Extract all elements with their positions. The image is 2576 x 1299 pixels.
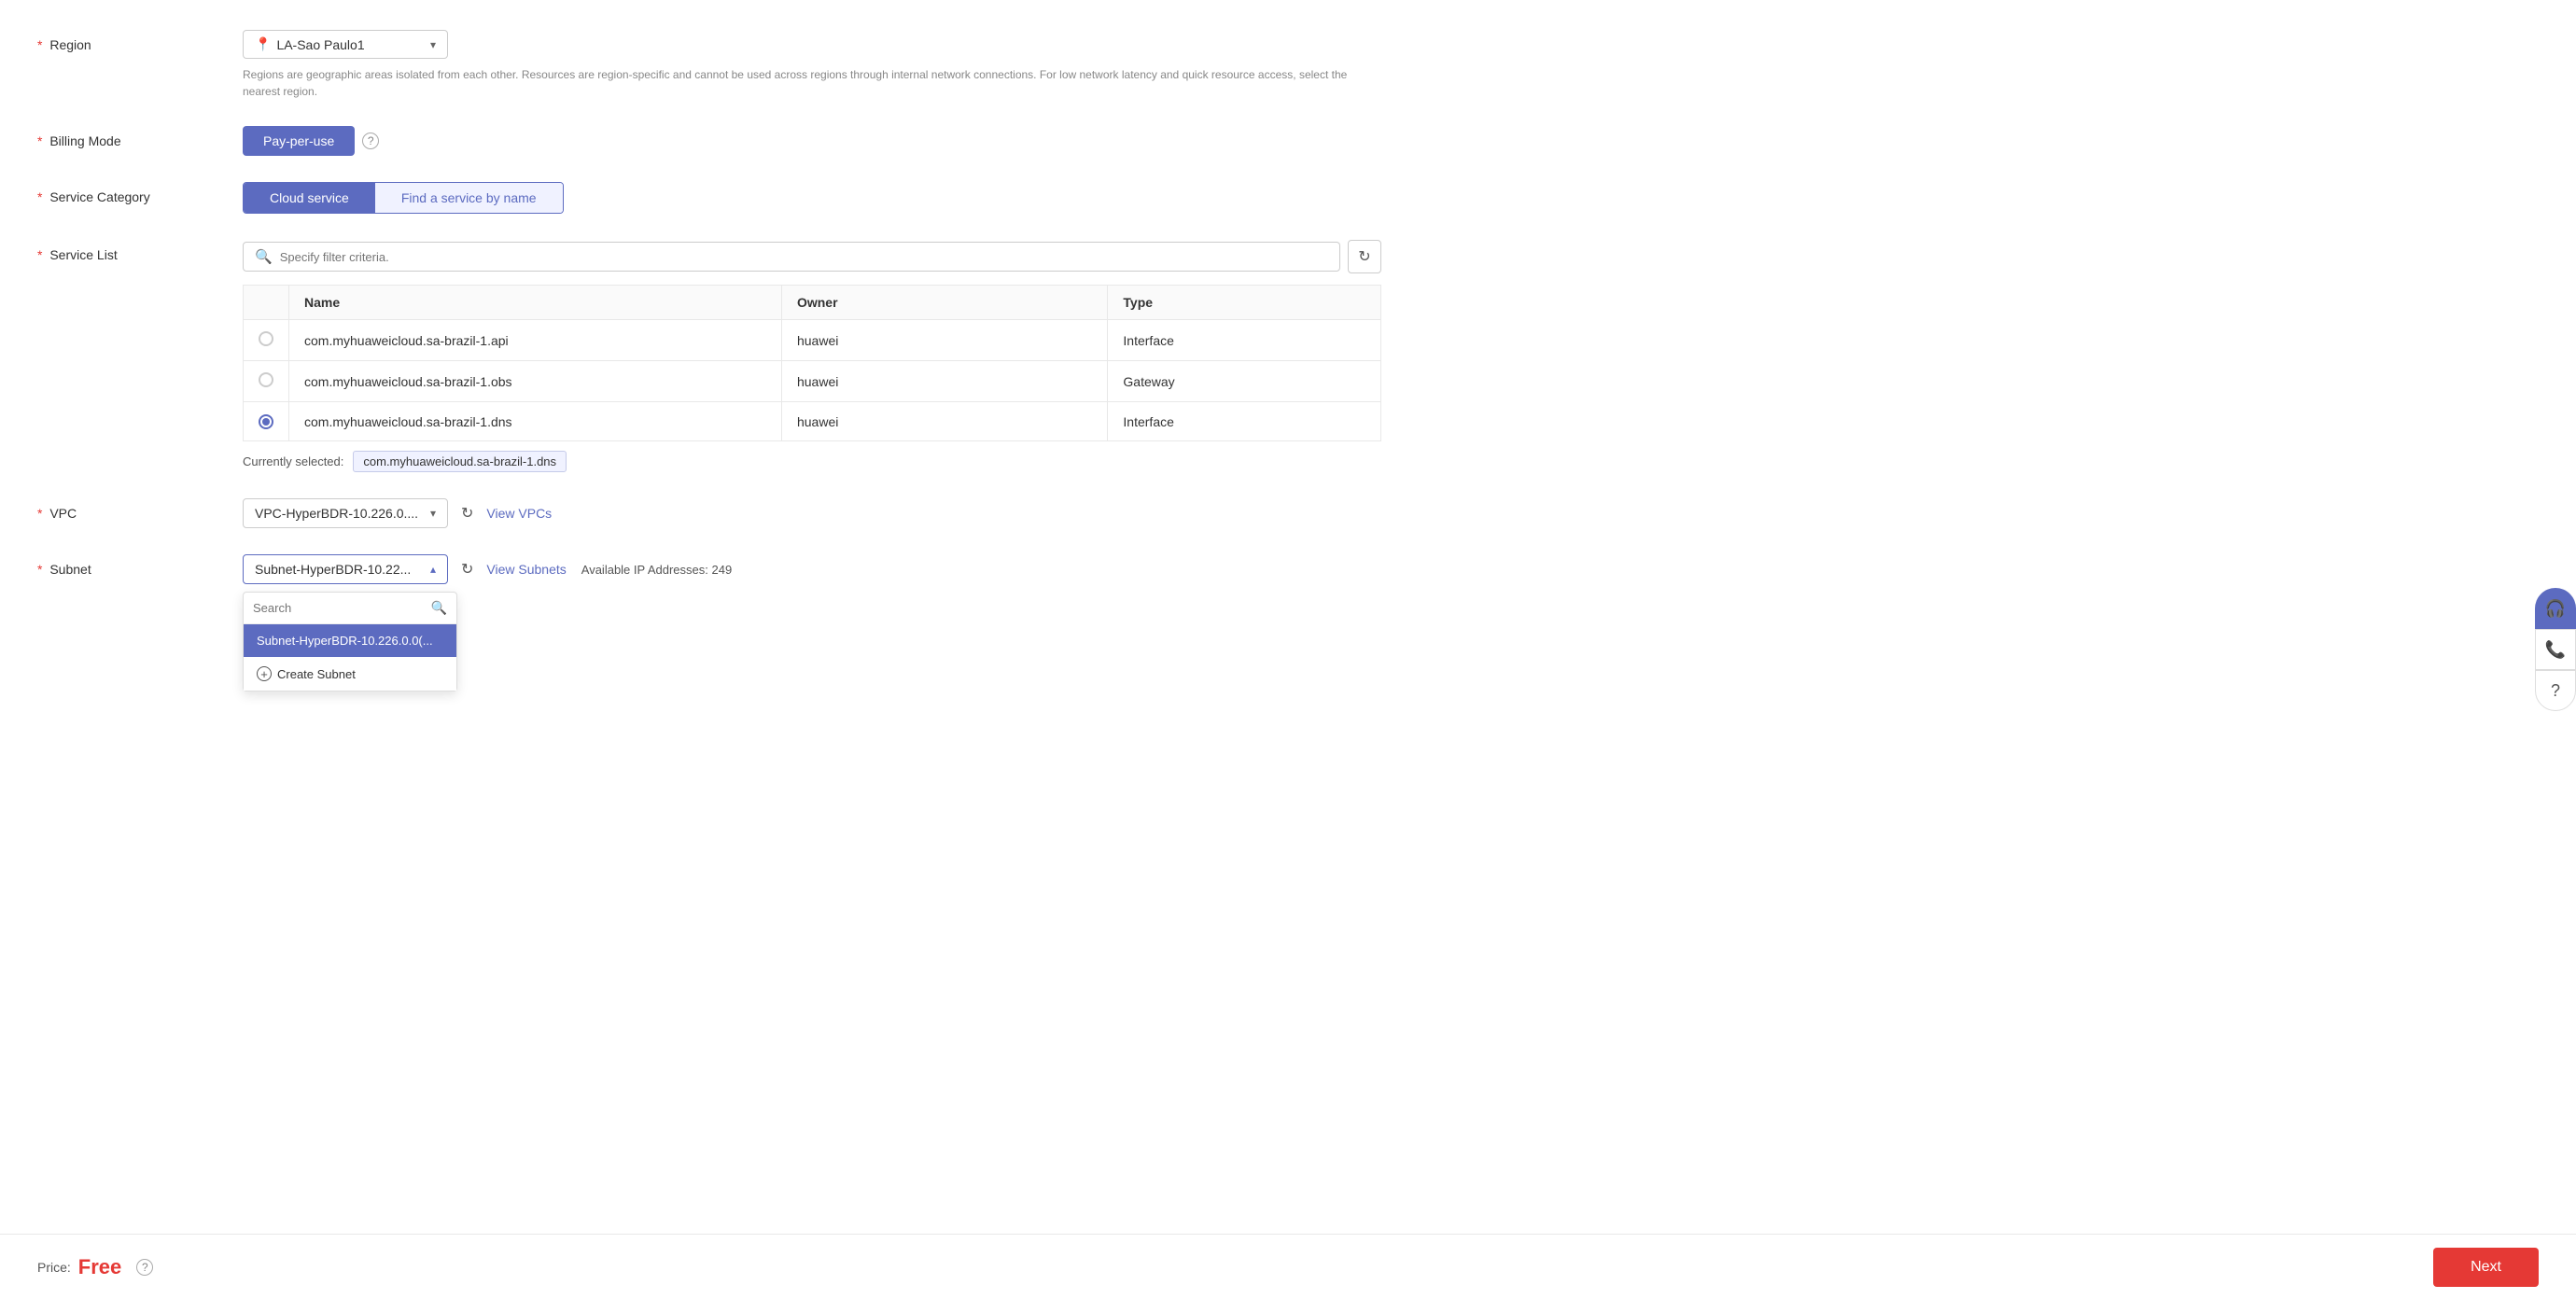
selected-badge: com.myhuaweicloud.sa-brazil-1.dns	[353, 451, 567, 472]
radio-button[interactable]	[259, 331, 273, 346]
create-subnet-item[interactable]: + Create Subnet	[244, 657, 456, 691]
price-area: Price: Free ?	[37, 1255, 153, 1279]
region-content: 📍 LA-Sao Paulo1 ▾ Regions are geographic…	[243, 30, 1381, 100]
region-value: LA-Sao Paulo1	[276, 37, 364, 52]
side-icons: 🎧 📞 ?	[2535, 588, 2576, 711]
tab-find-by-name[interactable]: Find a service by name	[375, 183, 563, 213]
service-type-cell: Gateway	[1108, 361, 1381, 402]
subnet-label: * Subnet	[37, 554, 243, 577]
price-value: Free	[78, 1255, 121, 1279]
filter-input[interactable]	[280, 250, 1328, 264]
table-header-name: Name	[289, 286, 782, 320]
tab-cloud-service[interactable]: Cloud service	[244, 183, 375, 213]
billing-label: * Billing Mode	[37, 126, 243, 148]
table-row[interactable]: com.myhuaweicloud.sa-brazil-1.api huawei…	[244, 320, 1381, 361]
subnet-row: * Subnet Subnet-HyperBDR-10.22... ▴ ↻ Vi…	[37, 554, 1381, 584]
search-icon: 🔍	[255, 248, 273, 265]
billing-help-icon[interactable]: ?	[362, 133, 379, 149]
service-category-row: * Service Category Cloud service Find a …	[37, 182, 1381, 214]
vpc-controls: VPC-HyperBDR-10.226.0.... ▾ ↻ View VPCs	[243, 498, 1381, 528]
subnet-value: Subnet-HyperBDR-10.22...	[255, 562, 411, 577]
region-dropdown[interactable]: 📍 LA-Sao Paulo1 ▾	[243, 30, 448, 59]
currently-selected-label: Currently selected:	[243, 454, 343, 468]
service-owner-cell: huawei	[781, 320, 1107, 361]
vpc-chevron-icon: ▾	[430, 507, 436, 520]
radio-cell[interactable]	[244, 402, 289, 441]
view-subnets-link[interactable]: View Subnets	[486, 562, 566, 577]
vpc-content: VPC-HyperBDR-10.226.0.... ▾ ↻ View VPCs	[243, 498, 1381, 528]
service-owner-cell: huawei	[781, 361, 1107, 402]
region-hint: Regions are geographic areas isolated fr…	[243, 66, 1363, 100]
region-row: * Region 📍 LA-Sao Paulo1 ▾ Regions are g…	[37, 30, 1381, 100]
chevron-down-icon: ▾	[430, 38, 436, 51]
service-type-cell: Interface	[1108, 402, 1381, 441]
view-vpcs-link[interactable]: View VPCs	[486, 506, 552, 521]
subnet-dropdown-popup: 🔍 Subnet-HyperBDR-10.226.0.0(... + Creat…	[243, 592, 457, 691]
subnet-chevron-icon: ▴	[430, 563, 436, 576]
subnet-search-icon: 🔍	[431, 600, 447, 616]
price-label: Price:	[37, 1260, 71, 1275]
subnet-controls: Subnet-HyperBDR-10.22... ▴ ↻ View Subnet…	[243, 554, 1381, 584]
table-header-select	[244, 286, 289, 320]
table-header-type: Type	[1108, 286, 1381, 320]
region-label: * Region	[37, 30, 243, 52]
service-table: Name Owner Type com.myhuaweicloud.sa-bra…	[243, 285, 1381, 441]
footer-bar: Price: Free ? Next	[0, 1234, 2576, 1299]
service-name-cell: com.myhuaweicloud.sa-brazil-1.dns	[289, 402, 782, 441]
subnet-search-row: 🔍	[244, 593, 456, 624]
service-name-cell: com.myhuaweicloud.sa-brazil-1.obs	[289, 361, 782, 402]
radio-cell[interactable]	[244, 320, 289, 361]
create-subnet-label: Create Subnet	[277, 667, 356, 681]
table-header-owner: Owner	[781, 286, 1107, 320]
refresh-button[interactable]: ↻	[1348, 240, 1381, 273]
service-category-content: Cloud service Find a service by name	[243, 182, 1381, 214]
pay-per-use-button[interactable]: Pay-per-use	[243, 126, 355, 156]
vpc-label: * VPC	[37, 498, 243, 521]
radio-button[interactable]	[259, 414, 273, 429]
table-row[interactable]: com.myhuaweicloud.sa-brazil-1.dns huawei…	[244, 402, 1381, 441]
subnet-option-1[interactable]: Subnet-HyperBDR-10.226.0.0(...	[244, 624, 456, 657]
subnet-dropdown[interactable]: Subnet-HyperBDR-10.22... ▴	[243, 554, 448, 584]
vpc-row: * VPC VPC-HyperBDR-10.226.0.... ▾ ↻ View…	[37, 498, 1381, 528]
service-list-content: 🔍 ↻ Name Owner Type	[243, 240, 1381, 472]
currently-selected: Currently selected: com.myhuaweicloud.sa…	[243, 451, 1381, 472]
vpc-dropdown[interactable]: VPC-HyperBDR-10.226.0.... ▾	[243, 498, 448, 528]
service-category-tabs: Cloud service Find a service by name	[243, 182, 564, 214]
service-list-row: * Service List 🔍 ↻ Name Ow	[37, 240, 1381, 472]
subnet-search-input[interactable]	[253, 601, 431, 615]
headset-icon-button[interactable]: 🎧	[2535, 588, 2576, 629]
filter-row: 🔍 ↻	[243, 240, 1381, 273]
service-name-cell: com.myhuaweicloud.sa-brazil-1.api	[289, 320, 782, 361]
radio-button[interactable]	[259, 372, 273, 387]
help-icon-button[interactable]: ?	[2535, 670, 2576, 711]
service-owner-cell: huawei	[781, 402, 1107, 441]
billing-content: Pay-per-use ?	[243, 126, 1381, 156]
subnet-content: Subnet-HyperBDR-10.22... ▴ ↻ View Subnet…	[243, 554, 1381, 584]
vpc-refresh-button[interactable]: ↻	[457, 500, 477, 526]
radio-cell[interactable]	[244, 361, 289, 402]
vpc-value: VPC-HyperBDR-10.226.0....	[255, 506, 418, 521]
service-type-cell: Interface	[1108, 320, 1381, 361]
plus-circle-icon: +	[257, 666, 272, 681]
service-list-label: * Service List	[37, 240, 243, 262]
price-help-icon[interactable]: ?	[136, 1259, 153, 1276]
subnet-refresh-button[interactable]: ↻	[457, 556, 477, 582]
phone-icon-button[interactable]: 📞	[2535, 629, 2576, 670]
location-icon: 📍	[255, 36, 271, 52]
next-button[interactable]: Next	[2433, 1248, 2539, 1287]
billing-mode-row: * Billing Mode Pay-per-use ?	[37, 126, 1381, 156]
table-row[interactable]: com.myhuaweicloud.sa-brazil-1.obs huawei…	[244, 361, 1381, 402]
filter-input-wrap: 🔍	[243, 242, 1340, 272]
service-category-label: * Service Category	[37, 182, 243, 204]
available-ip-label: Available IP Addresses: 249	[581, 563, 732, 577]
